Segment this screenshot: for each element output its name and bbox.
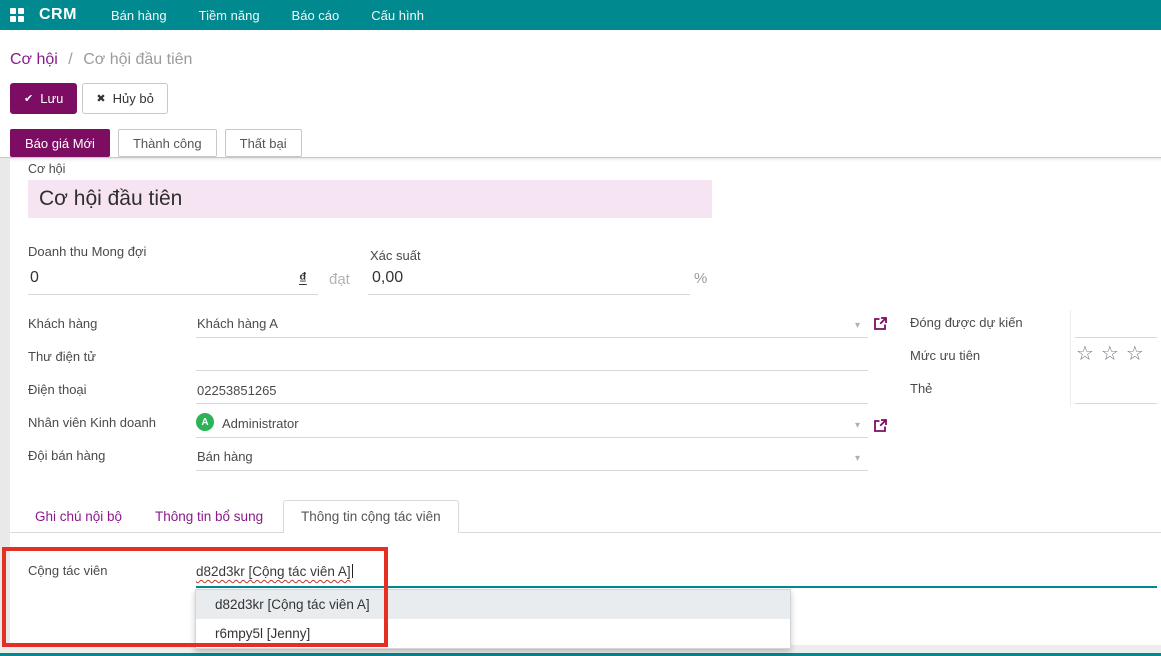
external-link-icon[interactable] xyxy=(873,316,888,331)
chevron-down-icon[interactable]: ▾ xyxy=(855,420,860,431)
stage-won[interactable]: Thành công xyxy=(117,129,217,157)
menu-sales[interactable]: Bán hàng xyxy=(111,8,167,23)
right-column-divider xyxy=(1070,310,1071,407)
probability-input[interactable]: 0,00 xyxy=(372,269,403,287)
opportunity-title-input[interactable]: Cơ hội đầu tiên xyxy=(28,180,712,218)
priority-label: Mức ưu tiên xyxy=(910,348,981,363)
expected-revenue-underline xyxy=(28,294,318,295)
menu-reporting[interactable]: Báo cáo xyxy=(292,8,340,23)
stage-new-quote[interactable]: Báo giá Mới xyxy=(10,129,110,157)
cross-icon: ✖ xyxy=(96,93,106,105)
priority-star-icons[interactable]: ☆☆☆ xyxy=(1076,341,1151,366)
phone-underline xyxy=(196,403,868,404)
tags-label: Thẻ xyxy=(910,381,933,396)
customer-underline xyxy=(196,337,868,338)
customer-label: Khách hàng xyxy=(28,316,98,331)
chevron-down-icon[interactable]: ▾ xyxy=(855,320,860,331)
sales-team-underline xyxy=(196,470,868,471)
menu-configuration[interactable]: Cấu hình xyxy=(371,8,424,23)
action-buttons: ✔ Lưu ✖ Hủy bỏ xyxy=(10,83,168,114)
breadcrumb: Cơ hội / Cơ hội đầu tiên xyxy=(10,51,192,69)
discard-button[interactable]: ✖ Hủy bỏ xyxy=(82,83,168,114)
sales-team-label: Đội bán hàng xyxy=(28,448,106,463)
email-underline[interactable] xyxy=(196,370,868,371)
salesperson-input[interactable]: Administrator xyxy=(222,416,299,431)
percent-symbol: % xyxy=(694,270,708,287)
probability-underline xyxy=(368,294,690,295)
tab-extra-info[interactable]: Thông tin bổ sung xyxy=(155,509,263,524)
phone-input[interactable]: 02253851265 xyxy=(197,383,277,398)
discard-button-label: Hủy bỏ xyxy=(112,91,154,106)
stage-bar: Báo giá Mới Thành công Thất bại xyxy=(10,129,302,157)
check-icon: ✔ xyxy=(24,93,34,105)
expected-revenue-input[interactable]: 0 xyxy=(30,269,39,287)
breadcrumb-separator: / xyxy=(68,51,73,68)
top-navbar: CRM Bán hàng Tiềm năng Báo cáo Cấu hình xyxy=(0,0,1161,30)
notebook-border xyxy=(10,532,1161,533)
tags-underline[interactable] xyxy=(1075,403,1157,404)
save-button[interactable]: ✔ Lưu xyxy=(10,83,78,114)
customer-input[interactable]: Khách hàng A xyxy=(197,316,278,331)
phone-label: Điện thoại xyxy=(28,382,87,397)
sales-team-input[interactable]: Bán hàng xyxy=(197,449,253,464)
email-label: Thư điện tử xyxy=(28,349,96,364)
stage-lost[interactable]: Thất bại xyxy=(224,129,302,157)
opportunity-label: Cơ hội xyxy=(28,162,66,176)
tab-collaborator-info[interactable]: Thông tin cộng tác viên xyxy=(283,500,459,533)
app-brand[interactable]: CRM xyxy=(39,6,77,24)
expected-closing-underline[interactable] xyxy=(1075,337,1157,338)
expected-closing-label: Đóng được dự kiến xyxy=(910,315,1023,330)
crm-form-screen: CRM Bán hàng Tiềm năng Báo cáo Cấu hình … xyxy=(0,0,1161,656)
salesperson-underline xyxy=(196,437,868,438)
currency-dong-symbol: ₫ xyxy=(299,270,307,287)
menu-leads[interactable]: Tiềm năng xyxy=(199,8,260,23)
red-highlight-annotation xyxy=(2,547,388,647)
at-word: đạt xyxy=(329,271,350,288)
probability-label: Xác suất xyxy=(370,248,421,263)
apps-grid-icon[interactable] xyxy=(10,8,24,22)
breadcrumb-parent[interactable]: Cơ hội xyxy=(10,51,58,68)
save-button-label: Lưu xyxy=(40,91,64,106)
tab-internal-notes[interactable]: Ghi chú nội bộ xyxy=(35,509,122,524)
salesperson-label: Nhân viên Kinh doanh xyxy=(28,415,156,430)
chevron-down-icon[interactable]: ▾ xyxy=(855,453,860,464)
salesperson-avatar: A xyxy=(196,413,214,431)
expected-revenue-label: Doanh thu Mong đợi xyxy=(28,244,147,259)
breadcrumb-current: Cơ hội đầu tiên xyxy=(83,51,193,68)
external-link-icon[interactable] xyxy=(873,418,888,433)
